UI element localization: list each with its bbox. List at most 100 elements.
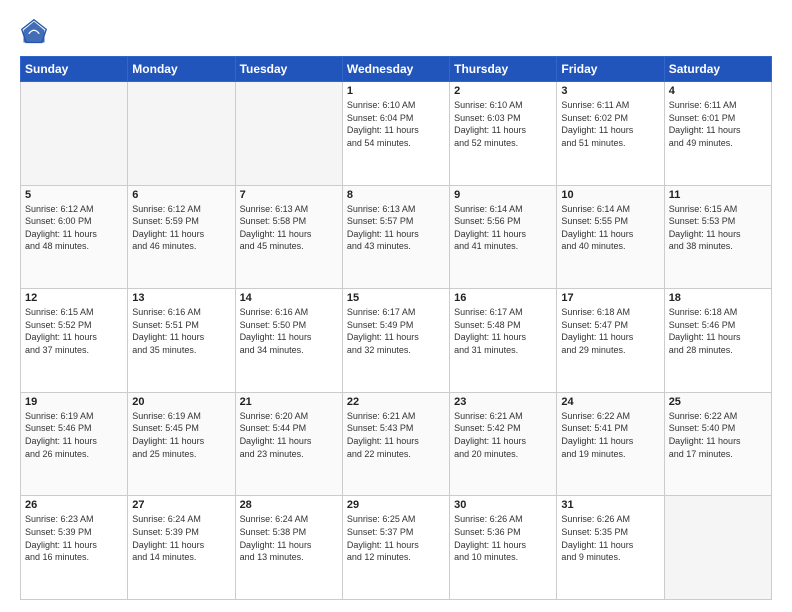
calendar-cell: 26 Sunrise: 6:23 AM Sunset: 5:39 PM Dayli… [21,496,128,600]
day-number: 9 [454,189,552,201]
day-info: Sunrise: 6:22 AM Sunset: 5:41 PM Dayligh… [561,410,659,460]
calendar-cell: 21Sunrise: 6:20 AM Sunset: 5:44 PM Dayli… [235,392,342,496]
day-info: Sunrise: 6:16 AM Sunset: 5:50 PM Dayligh… [240,306,338,356]
calendar-cell: 13 Sunrise: 6:16 AM Sunset: 5:51 PM Dayli… [128,289,235,393]
day-info: Sunrise: 6:24 AM Sunset: 5:39 PM Dayligh… [132,513,230,563]
day-number: 1 [347,85,445,97]
day-info: Sunrise: 6:22 AM Sunset: 5:40 PM Dayligh… [669,410,767,460]
day-info: Sunrise: 6:13 AM Sunset: 5:57 PM Dayligh… [347,203,445,253]
day-info: Sunrise: 6:13 AM Sunset: 5:58 PM Dayligh… [240,203,338,253]
calendar-cell: 28 Sunrise: 6:24 AM Sunset: 5:38 PM Dayli… [235,496,342,600]
day-info: Sunrise: 6:19 AM Sunset: 5:45 PM Dayligh… [132,410,230,460]
calendar-cell: 15 Sunrise: 6:17 AM Sunset: 5:49 PM Dayli… [342,289,449,393]
calendar-cell: 29 Sunrise: 6:25 AM Sunset: 5:37 PM Dayli… [342,496,449,600]
day-info: Sunrise: 6:25 AM Sunset: 5:37 PM Dayligh… [347,513,445,563]
calendar-cell: 22 Sunrise: 6:21 AM Sunset: 5:43 PM Dayli… [342,392,449,496]
page: SundayMondayTuesdayWednesdayThursdayFrid… [0,0,792,612]
day-number: 18 [669,292,767,304]
day-info: Sunrise: 6:26 AM Sunset: 5:36 PM Dayligh… [454,513,552,563]
day-number: 30 [454,499,552,511]
logo-icon [20,18,48,46]
calendar-cell [21,82,128,186]
day-info: Sunrise: 6:21 AM Sunset: 5:43 PM Dayligh… [347,410,445,460]
calendar-cell [664,496,771,600]
calendar-cell: 9 Sunrise: 6:14 AM Sunset: 5:56 PM Daylig… [450,185,557,289]
day-number: 4 [669,85,767,97]
calendar-cell [235,82,342,186]
calendar-cell: 11Sunrise: 6:15 AM Sunset: 5:53 PM Dayli… [664,185,771,289]
week-row-5: 26 Sunrise: 6:23 AM Sunset: 5:39 PM Dayli… [21,496,772,600]
calendar-cell: 20 Sunrise: 6:19 AM Sunset: 5:45 PM Dayli… [128,392,235,496]
day-info: Sunrise: 6:26 AM Sunset: 5:35 PM Dayligh… [561,513,659,563]
day-info: Sunrise: 6:14 AM Sunset: 5:56 PM Dayligh… [454,203,552,253]
header [20,18,772,46]
calendar-cell: 27Sunrise: 6:24 AM Sunset: 5:39 PM Dayli… [128,496,235,600]
day-number: 13 [132,292,230,304]
day-number: 3 [561,85,659,97]
week-row-1: 1Sunrise: 6:10 AM Sunset: 6:04 PM Daylig… [21,82,772,186]
day-number: 21 [240,396,338,408]
day-info: Sunrise: 6:24 AM Sunset: 5:38 PM Dayligh… [240,513,338,563]
calendar-cell: 10 Sunrise: 6:14 AM Sunset: 5:55 PM Dayli… [557,185,664,289]
day-number: 19 [25,396,123,408]
day-number: 28 [240,499,338,511]
calendar-cell: 17 Sunrise: 6:18 AM Sunset: 5:47 PM Dayli… [557,289,664,393]
day-info: Sunrise: 6:12 AM Sunset: 5:59 PM Dayligh… [132,203,230,253]
day-info: Sunrise: 6:15 AM Sunset: 5:52 PM Dayligh… [25,306,123,356]
calendar-cell: 3Sunrise: 6:11 AM Sunset: 6:02 PM Daylig… [557,82,664,186]
day-number: 6 [132,189,230,201]
weekday-header-row: SundayMondayTuesdayWednesdayThursdayFrid… [21,57,772,82]
logo [20,18,52,46]
calendar-cell: 6 Sunrise: 6:12 AM Sunset: 5:59 PM Daylig… [128,185,235,289]
weekday-tuesday: Tuesday [235,57,342,82]
day-info: Sunrise: 6:18 AM Sunset: 5:46 PM Dayligh… [669,306,767,356]
calendar-cell: 12 Sunrise: 6:15 AM Sunset: 5:52 PM Dayli… [21,289,128,393]
day-number: 11 [669,189,767,201]
calendar-cell: 2 Sunrise: 6:10 AM Sunset: 6:03 PM Daylig… [450,82,557,186]
day-info: Sunrise: 6:14 AM Sunset: 5:55 PM Dayligh… [561,203,659,253]
day-info: Sunrise: 6:12 AM Sunset: 6:00 PM Dayligh… [25,203,123,253]
day-number: 26 [25,499,123,511]
day-info: Sunrise: 6:18 AM Sunset: 5:47 PM Dayligh… [561,306,659,356]
day-number: 20 [132,396,230,408]
calendar-cell [128,82,235,186]
weekday-saturday: Saturday [664,57,771,82]
calendar-cell: 30 Sunrise: 6:26 AM Sunset: 5:36 PM Dayli… [450,496,557,600]
weekday-monday: Monday [128,57,235,82]
calendar-cell: 5 Sunrise: 6:12 AM Sunset: 6:00 PM Daylig… [21,185,128,289]
day-info: Sunrise: 6:16 AM Sunset: 5:51 PM Dayligh… [132,306,230,356]
day-number: 15 [347,292,445,304]
day-number: 12 [25,292,123,304]
day-info: Sunrise: 6:10 AM Sunset: 6:03 PM Dayligh… [454,99,552,149]
calendar-cell: 14Sunrise: 6:16 AM Sunset: 5:50 PM Dayli… [235,289,342,393]
weekday-wednesday: Wednesday [342,57,449,82]
day-number: 29 [347,499,445,511]
week-row-3: 12 Sunrise: 6:15 AM Sunset: 5:52 PM Dayli… [21,289,772,393]
calendar-cell: 4 Sunrise: 6:11 AM Sunset: 6:01 PM Daylig… [664,82,771,186]
calendar-cell: 7Sunrise: 6:13 AM Sunset: 5:58 PM Daylig… [235,185,342,289]
day-info: Sunrise: 6:19 AM Sunset: 5:46 PM Dayligh… [25,410,123,460]
day-number: 10 [561,189,659,201]
day-info: Sunrise: 6:11 AM Sunset: 6:01 PM Dayligh… [669,99,767,149]
weekday-thursday: Thursday [450,57,557,82]
weekday-sunday: Sunday [21,57,128,82]
day-number: 8 [347,189,445,201]
day-number: 24 [561,396,659,408]
calendar-cell: 16Sunrise: 6:17 AM Sunset: 5:48 PM Dayli… [450,289,557,393]
calendar-cell: 19 Sunrise: 6:19 AM Sunset: 5:46 PM Dayli… [21,392,128,496]
calendar-cell: 18 Sunrise: 6:18 AM Sunset: 5:46 PM Dayli… [664,289,771,393]
day-number: 2 [454,85,552,97]
calendar-cell: 1Sunrise: 6:10 AM Sunset: 6:04 PM Daylig… [342,82,449,186]
day-number: 22 [347,396,445,408]
day-number: 23 [454,396,552,408]
day-number: 17 [561,292,659,304]
day-info: Sunrise: 6:17 AM Sunset: 5:49 PM Dayligh… [347,306,445,356]
day-number: 16 [454,292,552,304]
week-row-4: 19 Sunrise: 6:19 AM Sunset: 5:46 PM Dayli… [21,392,772,496]
day-number: 25 [669,396,767,408]
day-number: 31 [561,499,659,511]
day-info: Sunrise: 6:23 AM Sunset: 5:39 PM Dayligh… [25,513,123,563]
calendar-cell: 8 Sunrise: 6:13 AM Sunset: 5:57 PM Daylig… [342,185,449,289]
calendar-cell: 23Sunrise: 6:21 AM Sunset: 5:42 PM Dayli… [450,392,557,496]
day-number: 5 [25,189,123,201]
